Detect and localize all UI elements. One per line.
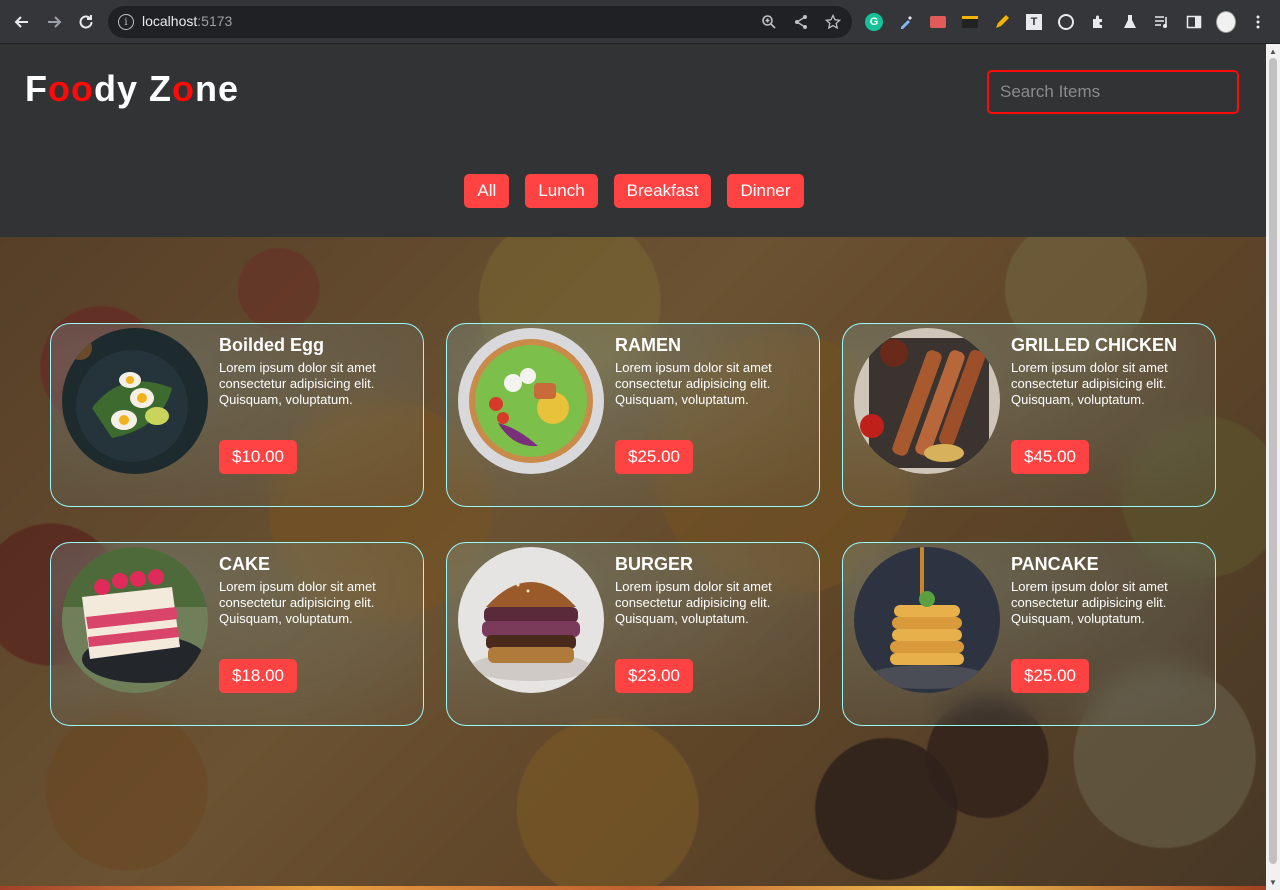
pencil-extension-icon[interactable] [992, 12, 1012, 32]
price-button[interactable]: $23.00 [615, 659, 693, 693]
media-queue-icon[interactable] [1152, 12, 1172, 32]
food-card: CAKE Lorem ipsum dolor sit amet consecte… [50, 542, 424, 726]
bookmark-star-icon[interactable] [824, 13, 842, 31]
site-info-icon[interactable]: i [118, 14, 134, 30]
clapper-extension-icon[interactable] [960, 12, 980, 32]
burger-image [458, 547, 604, 693]
profile-avatar[interactable] [1216, 11, 1236, 33]
globe-extension-icon[interactable] [1056, 12, 1076, 32]
food-description: Lorem ipsum dolor sit amet consectetur a… [615, 579, 772, 626]
price-button[interactable]: $45.00 [1011, 440, 1089, 474]
pancake-stack-image [854, 547, 1000, 693]
food-description: Lorem ipsum dolor sit amet consectetur a… [1011, 360, 1168, 407]
food-card: GRILLED CHICKEN Lorem ipsum dolor sit am… [842, 323, 1216, 507]
filter-dinner-button[interactable]: Dinner [727, 174, 804, 208]
food-name: Boilded Egg [219, 335, 324, 355]
food-card: BURGER Lorem ipsum dolor sit amet consec… [446, 542, 820, 726]
grilled-chicken-platter-image [854, 328, 1000, 474]
food-card: PANCAKE Lorem ipsum dolor sit amet conse… [842, 542, 1216, 726]
foody-zone-logo: Foody Zone [25, 68, 240, 109]
filter-bar: All Lunch Breakfast Dinner [0, 174, 1266, 208]
color-picker-extension-icon[interactable] [896, 12, 916, 32]
food-name: PANCAKE [1011, 554, 1099, 574]
food-card: Boilded Egg Lorem ipsum dolor sit amet c… [50, 323, 424, 507]
extensions-puzzle-icon[interactable] [1088, 12, 1108, 32]
text-extension-icon[interactable]: T [1024, 12, 1044, 32]
browser-toolbar: i localhost:5173 G T [0, 0, 1280, 44]
scroll-down-arrow-icon[interactable]: ▼ [1269, 878, 1277, 887]
side-panel-icon[interactable] [1184, 12, 1204, 32]
price-button[interactable]: $10.00 [219, 440, 297, 474]
filter-lunch-button[interactable]: Lunch [525, 174, 598, 208]
food-name: CAKE [219, 554, 271, 574]
price-button[interactable]: $25.00 [615, 440, 693, 474]
food-description: Lorem ipsum dolor sit amet consectetur a… [1011, 579, 1168, 626]
page-bottom-edge [0, 886, 1266, 890]
food-card: RAMEN Lorem ipsum dolor sit amet consect… [446, 323, 820, 507]
screenshot-extension-icon[interactable] [928, 12, 948, 32]
food-description: Lorem ipsum dolor sit amet consectetur a… [615, 360, 772, 407]
food-name: GRILLED CHICKEN [1011, 335, 1177, 355]
food-name: RAMEN [615, 335, 681, 355]
food-description: Lorem ipsum dolor sit amet consectetur a… [219, 579, 376, 626]
page-scrollbar[interactable]: ▲ ▼ [1266, 44, 1280, 890]
address-bar[interactable]: i localhost:5173 [108, 6, 852, 38]
filter-all-button[interactable]: All [464, 174, 510, 208]
price-button[interactable]: $18.00 [219, 659, 297, 693]
boiled-egg-dish-image [62, 328, 208, 474]
food-cards-section: Boilded Egg Lorem ipsum dolor sit amet c… [0, 237, 1266, 887]
scrollbar-thumb[interactable] [1269, 58, 1277, 864]
url-text: localhost:5173 [142, 13, 233, 29]
reload-icon[interactable] [74, 10, 98, 34]
chrome-menu-icon[interactable] [1248, 12, 1268, 32]
back-arrow-icon[interactable] [10, 10, 34, 34]
price-button[interactable]: $25.00 [1011, 659, 1089, 693]
food-description: Lorem ipsum dolor sit amet consectetur a… [219, 360, 376, 407]
filter-breakfast-button[interactable]: Breakfast [613, 174, 712, 208]
share-icon[interactable] [792, 13, 810, 31]
scroll-up-arrow-icon[interactable]: ▲ [1269, 47, 1277, 56]
cake-slice-image [62, 547, 208, 693]
flask-icon[interactable] [1120, 12, 1140, 32]
app-header: Foody Zone All Lunch Breakfast Dinner [0, 44, 1266, 237]
zoom-icon[interactable] [760, 13, 778, 31]
forward-arrow-icon[interactable] [42, 10, 66, 34]
grammarly-extension-icon[interactable]: G [864, 12, 884, 32]
ramen-bowl-image [458, 328, 604, 474]
food-name: BURGER [615, 554, 694, 574]
search-input[interactable] [987, 70, 1239, 114]
